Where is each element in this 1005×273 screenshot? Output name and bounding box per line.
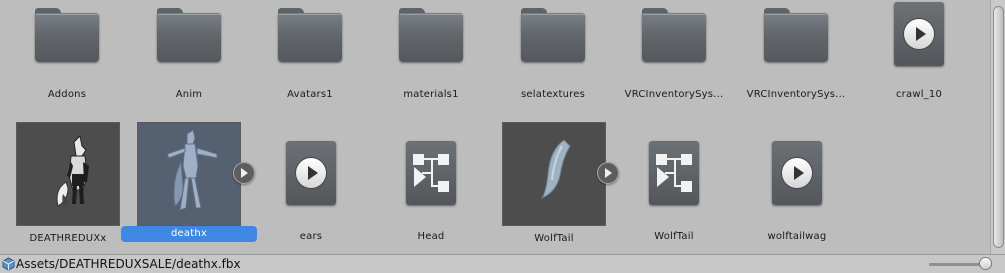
folder-tile-anim[interactable]: Anim [129,0,249,125]
vertical-scrollbar[interactable] [990,0,1005,254]
folder-tile-materials1[interactable]: materials1 [371,0,491,125]
folder-tile-vrcinventorysys-1[interactable]: VRCInventorySys... [614,0,734,125]
blend-tree-tile-head[interactable]: Head [371,121,491,246]
asset-label: Head [417,231,445,242]
zoom-slider[interactable] [929,263,984,266]
folder-tile-avatars1[interactable]: Avatars1 [250,0,370,125]
folder-tile-vrcinventorysys-2[interactable]: VRCInventorySys... [736,0,856,125]
asset-label: VRCInventorySys... [746,89,846,100]
asset-cube-icon [2,257,15,271]
model-tile-wolftail[interactable]: WolfTail [494,121,619,246]
audio-tile-wolftailwag[interactable]: wolftailwag [737,121,857,246]
asset-label: Avatars1 [287,89,333,100]
asset-label: Addons [47,89,87,100]
asset-label: WolfTail [654,231,694,242]
blend-tree-icon [406,141,456,205]
audio-clip-icon [894,2,944,66]
audio-clip-icon [772,141,822,205]
model-tile-deathx[interactable]: deathx [121,121,257,246]
asset-label: materials1 [403,89,459,100]
asset-label: VRCInventorySys... [624,89,724,100]
model-preview-icon [16,122,120,226]
asset-grid: Addons Anim Avatars1 materials1 selatext… [0,0,990,254]
blend-tree-icon [649,141,699,205]
model-preview-icon [502,122,606,226]
audio-clip-icon [286,141,336,205]
folder-tile-selatextures[interactable]: selatextures [493,0,613,125]
audio-tile-crawl-10[interactable]: crawl_10 [859,0,979,125]
blend-tree-tile-wolftail[interactable]: WolfTail [614,121,734,246]
audio-tile-ears[interactable]: ears [251,121,371,246]
asset-label: Anim [175,89,203,100]
asset-label: crawl_10 [895,89,943,100]
folder-icon [278,8,342,62]
asset-label: ears [299,231,323,242]
folder-icon [157,8,221,62]
asset-label: DEATHREDUXx [29,233,107,244]
model-tile-deathreduxx[interactable]: DEATHREDUXx [8,121,128,246]
model-preview-icon [137,122,241,226]
folder-icon [399,8,463,62]
asset-label: selatextures [521,89,585,100]
folder-icon [642,8,706,62]
asset-label: wolftailwag [767,231,827,242]
folder-tile-addons[interactable]: Addons [7,0,127,125]
asset-label: deathx [121,226,257,242]
asset-label: WolfTail [534,233,574,244]
zoom-slider-thumb[interactable] [980,258,991,269]
folder-icon [521,8,585,62]
status-bar: Assets/DEATHREDUXSALE/deathx.fbx [0,254,1005,273]
folder-icon [35,8,99,62]
scrollbar-thumb[interactable] [993,6,1004,248]
folder-icon [764,8,828,62]
selected-asset-path: Assets/DEATHREDUXSALE/deathx.fbx [16,257,241,271]
